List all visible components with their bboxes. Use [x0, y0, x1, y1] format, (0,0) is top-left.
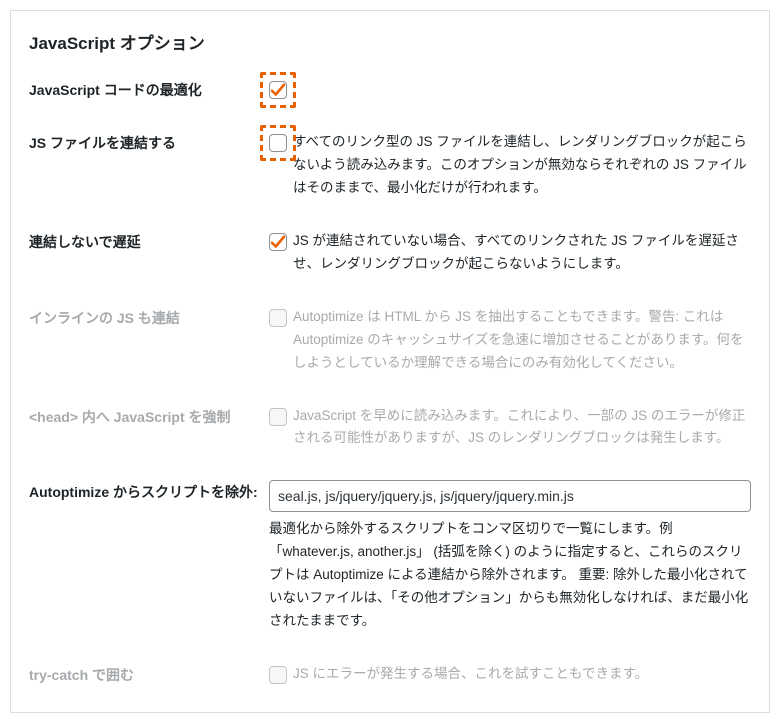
row-trycatch: try-catch で囲む JS にエラーが発生する場合、これを試すこともできま… — [29, 663, 751, 686]
desc-force-head: JavaScript を早めに読み込みます。これにより、一部の JS のエラーが… — [293, 405, 751, 451]
desc-trycatch: JS にエラーが発生する場合、これを試すこともできます。 — [293, 663, 648, 686]
field-exclude-scripts: 最適化から除外するスクリプトをコンマ区切りで一覧にします。例「whatever.… — [269, 480, 751, 633]
label-aggregate-js: JS ファイルを連結する — [29, 131, 269, 154]
label-optimize-js: JavaScript コードの最適化 — [29, 78, 269, 101]
checkbox-trycatch — [269, 666, 287, 684]
checkmark-icon — [269, 81, 287, 99]
field-defer-js: JS が連結されていない場合、すべてのリンクされた JS ファイルを遅延させ、レ… — [269, 230, 751, 276]
checkbox-inline-js — [269, 309, 287, 327]
checkbox-force-head — [269, 408, 287, 426]
row-force-head: <head> 内へ JavaScript を強制 JavaScript を早めに… — [29, 405, 751, 451]
row-aggregate-js: JS ファイルを連結する すべてのリンク型の JS ファイルを連結し、レンダリン… — [29, 131, 751, 200]
field-force-head: JavaScript を早めに読み込みます。これにより、一部の JS のエラーが… — [269, 405, 751, 451]
checkbox-aggregate-js[interactable] — [269, 134, 287, 152]
field-inline-js: Autoptimize は HTML から JS を抽出することもできます。警告… — [269, 306, 751, 375]
section-title: JavaScript オプション — [29, 29, 751, 54]
row-exclude-scripts: Autoptimize からスクリプトを除外: 最適化から除外するスクリプトをコ… — [29, 480, 751, 633]
label-defer-js: 連結しないで遅延 — [29, 230, 269, 253]
desc-aggregate-js: すべてのリンク型の JS ファイルを連結し、レンダリングブロックが起こらないよう… — [293, 131, 751, 200]
label-force-head: <head> 内へ JavaScript を強制 — [29, 405, 269, 428]
row-defer-js: 連結しないで遅延 JS が連結されていない場合、すべてのリンクされた JS ファ… — [29, 230, 751, 276]
row-inline-js: インラインの JS も連結 Autoptimize は HTML から JS を… — [29, 306, 751, 375]
label-inline-js: インラインの JS も連結 — [29, 306, 269, 329]
exclude-scripts-input[interactable] — [269, 480, 751, 512]
field-aggregate-js: すべてのリンク型の JS ファイルを連結し、レンダリングブロックが起こらないよう… — [269, 131, 751, 200]
label-trycatch: try-catch で囲む — [29, 663, 269, 686]
row-optimize-js: JavaScript コードの最適化 — [29, 78, 751, 101]
checkbox-defer-js[interactable] — [269, 233, 287, 251]
checkmark-icon — [269, 233, 287, 251]
label-exclude-scripts: Autoptimize からスクリプトを除外: — [29, 480, 269, 503]
desc-inline-js: Autoptimize は HTML から JS を抽出することもできます。警告… — [293, 306, 751, 375]
desc-defer-js: JS が連結されていない場合、すべてのリンクされた JS ファイルを遅延させ、レ… — [293, 230, 751, 276]
field-optimize-js — [269, 78, 751, 99]
field-trycatch: JS にエラーが発生する場合、これを試すこともできます。 — [269, 663, 751, 686]
js-options-panel: JavaScript オプション JavaScript コードの最適化 JS フ… — [10, 10, 770, 713]
checkbox-optimize-js[interactable] — [269, 81, 287, 99]
desc-exclude-scripts: 最適化から除外するスクリプトをコンマ区切りで一覧にします。例「whatever.… — [269, 518, 751, 633]
